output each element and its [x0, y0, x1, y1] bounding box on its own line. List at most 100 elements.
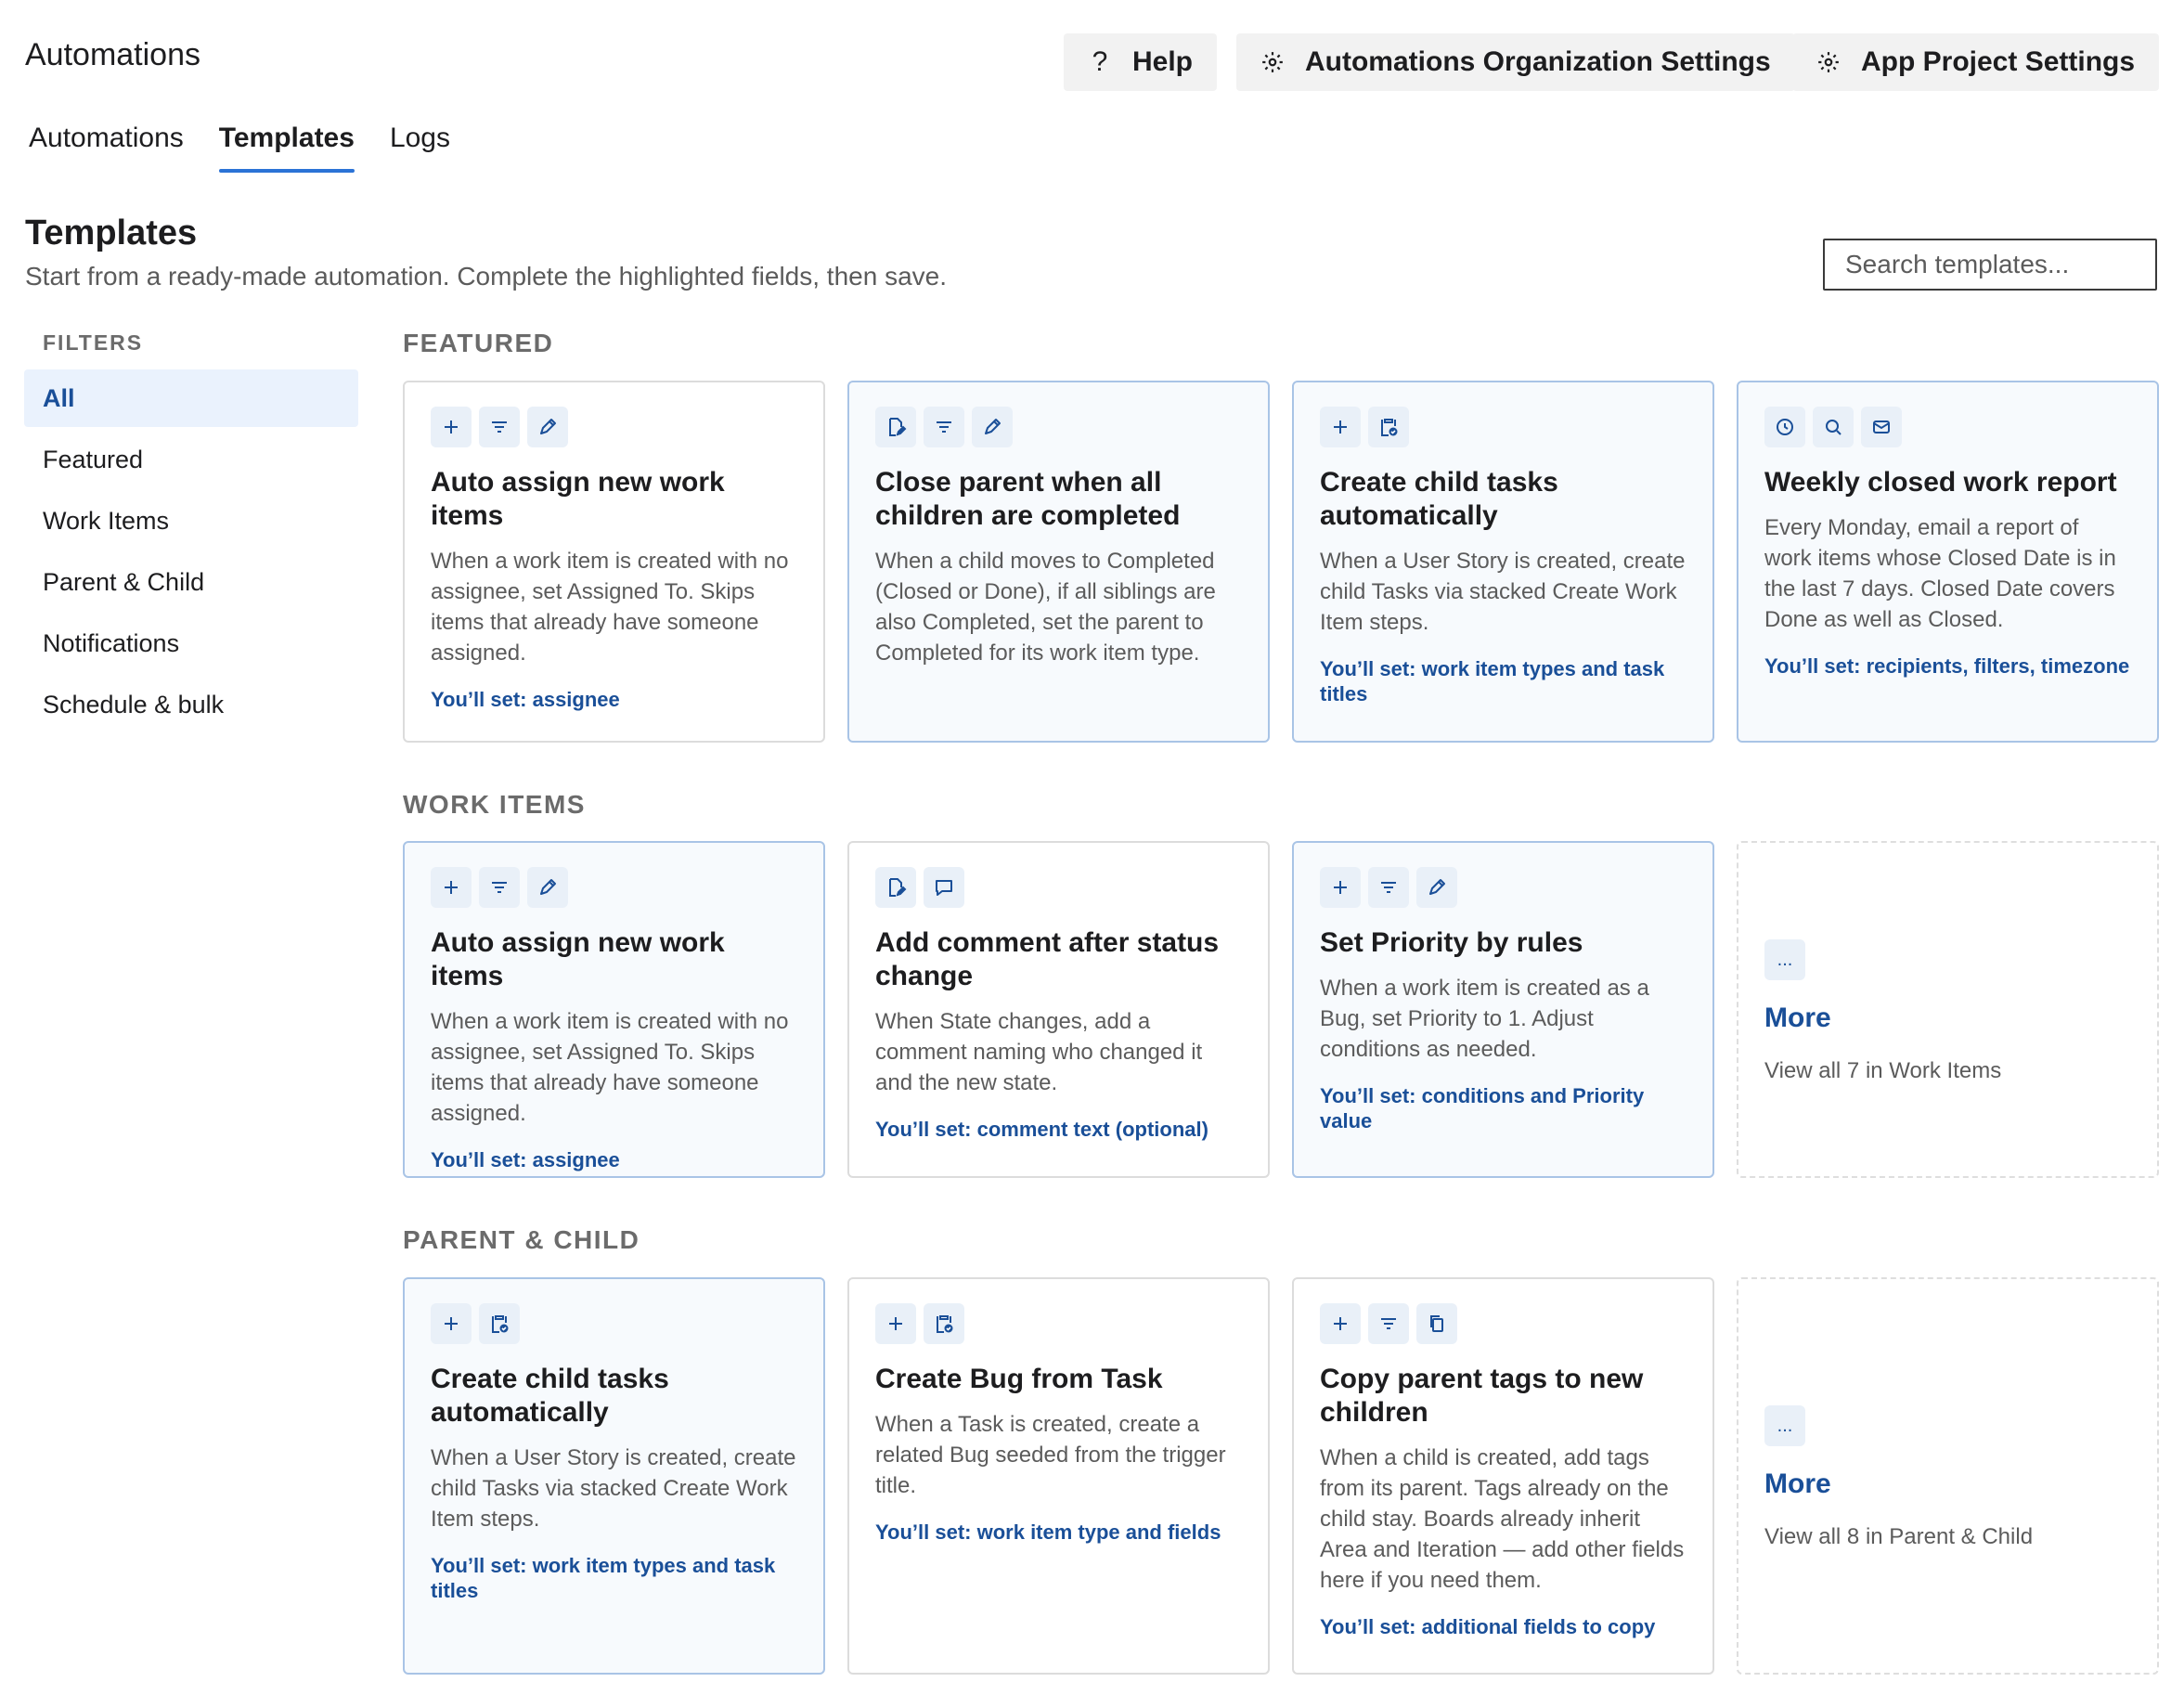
- card-description: When a Task is created, create a related…: [875, 1412, 1226, 1498]
- card-title: Create child tasks automatically: [431, 1364, 669, 1428]
- card-title: Auto assign new work items: [431, 467, 725, 531]
- gear-icon: [1260, 50, 1285, 74]
- template-card[interactable]: Weekly closed work report Every Monday, …: [1737, 381, 2159, 743]
- card-description: When a work item is created with no assi…: [431, 1009, 789, 1126]
- card-icons: [875, 1303, 1242, 1344]
- more-subtitle: View all 7 in Work Items: [1764, 1058, 2002, 1083]
- filter-work-items[interactable]: Work Items: [24, 492, 358, 550]
- more-title: More: [1764, 1003, 1831, 1033]
- template-card[interactable]: Auto assign new work items When a work i…: [403, 381, 825, 743]
- card-title: Close parent when all children are compl…: [875, 467, 1181, 531]
- pencil-icon: [972, 407, 1013, 447]
- card-fields-to-set: You’ll set: assignee: [431, 1148, 620, 1171]
- card-description: When a work item is created with no assi…: [431, 549, 789, 666]
- section-featured-heading: FEATURED: [403, 329, 554, 357]
- card-fields-to-set: You’ll set: recipients, filters, timezon…: [1764, 654, 2130, 678]
- card-title: Set Priority by rules: [1320, 927, 1583, 958]
- mail-icon: [1861, 407, 1902, 447]
- filter-featured[interactable]: Featured: [24, 431, 358, 488]
- project-settings-button[interactable]: App Project Settings: [1792, 33, 2160, 91]
- plus-icon: [1320, 1303, 1361, 1344]
- card-icons: [1320, 1303, 1686, 1344]
- card-fields-to-set: You’ll set: additional fields to copy: [1320, 1615, 1656, 1638]
- card-description: When a User Story is created, create chi…: [1320, 549, 1686, 635]
- more-parent-child-card[interactable]: ... More View all 8 in Parent & Child: [1737, 1277, 2159, 1675]
- plus-icon: [1320, 867, 1361, 908]
- filter-parent-child[interactable]: Parent & Child: [24, 553, 358, 611]
- card-fields-to-set: You’ll set: work item types and task tit…: [431, 1554, 776, 1602]
- gear-icon: [1816, 50, 1841, 74]
- tab-templates[interactable]: Templates: [218, 123, 355, 173]
- pencil-icon: [527, 407, 568, 447]
- section-parent-child-heading: PARENT & CHILD: [403, 1225, 640, 1254]
- template-card[interactable]: Create child tasks automatically When a …: [1292, 381, 1714, 743]
- filter-icon: [479, 407, 520, 447]
- search-input[interactable]: [1823, 239, 2157, 291]
- question-icon: ?: [1092, 46, 1108, 77]
- card-icons: [431, 867, 797, 908]
- card-description: When a child moves to Completed (Closed …: [875, 549, 1216, 666]
- more-title: More: [1764, 1469, 1831, 1499]
- org-settings-button[interactable]: Automations Organization Settings: [1236, 33, 1795, 91]
- clipboard-check-icon: [1368, 407, 1409, 447]
- clock-icon: [1764, 407, 1805, 447]
- filter-all[interactable]: All: [24, 369, 358, 427]
- featured-row: Auto assign new work items When a work i…: [403, 381, 2159, 743]
- template-card[interactable]: Create child tasks automatically When a …: [403, 1277, 825, 1675]
- filter-icon: [1368, 867, 1409, 908]
- tab-automations[interactable]: Automations: [29, 123, 184, 173]
- parent-child-row: Create child tasks automatically When a …: [403, 1277, 2159, 1675]
- card-icons: [431, 1303, 797, 1344]
- card-description: Every Monday, email a report of work ite…: [1764, 515, 2116, 632]
- card-icons: [1764, 407, 2131, 447]
- filter-list: All Featured Work Items Parent & Child N…: [24, 369, 358, 737]
- filter-icon: [924, 407, 964, 447]
- template-card[interactable]: Set Priority by rules When a work item i…: [1292, 841, 1714, 1178]
- edit-doc-icon: [875, 867, 916, 908]
- page-subtitle: Start from a ready-made automation. Comp…: [25, 262, 947, 291]
- tab-logs[interactable]: Logs: [390, 123, 450, 173]
- work-items-row: Auto assign new work items When a work i…: [403, 841, 2159, 1178]
- clipboard-check-icon: [924, 1303, 964, 1344]
- card-description: When a User Story is created, create chi…: [431, 1445, 796, 1532]
- card-fields-to-set: You’ll set: work item types and task tit…: [1320, 657, 1665, 705]
- clipboard-check-icon: [479, 1303, 520, 1344]
- card-icons: [1320, 407, 1686, 447]
- copy-icon: [1416, 1303, 1457, 1344]
- card-icons: [431, 407, 797, 447]
- more-subtitle: View all 8 in Parent & Child: [1764, 1524, 2034, 1549]
- more-icon: ...: [1764, 1405, 1805, 1446]
- edit-doc-icon: [875, 407, 916, 447]
- filter-icon: [1368, 1303, 1409, 1344]
- pencil-icon: [1416, 867, 1457, 908]
- card-description: When a child is created, add tags from i…: [1320, 1445, 1685, 1593]
- project-settings-label: App Project Settings: [1861, 46, 2136, 77]
- card-description: When a work item is created as a Bug, se…: [1320, 976, 1649, 1062]
- card-title: Create child tasks automatically: [1320, 467, 1558, 531]
- template-card[interactable]: Auto assign new work items When a work i…: [403, 841, 825, 1178]
- plus-icon: [431, 1303, 472, 1344]
- card-icons: [875, 407, 1242, 447]
- card-title: Add comment after status change: [875, 927, 1220, 991]
- app-title: Automations: [25, 37, 200, 72]
- template-card[interactable]: Create Bug from Task When a Task is crea…: [847, 1277, 1270, 1675]
- org-settings-label: Automations Organization Settings: [1305, 46, 1771, 77]
- card-fields-to-set: You’ll set: work item type and fields: [875, 1520, 1221, 1544]
- filter-icon: [479, 867, 520, 908]
- help-button[interactable]: ? Help: [1064, 33, 1218, 91]
- tab-bar: Automations Templates Logs: [29, 123, 450, 173]
- template-card[interactable]: Copy parent tags to new children When a …: [1292, 1277, 1714, 1675]
- pencil-icon: [527, 867, 568, 908]
- help-button-label: Help: [1132, 46, 1194, 77]
- filter-schedule-bulk[interactable]: Schedule & bulk: [24, 676, 358, 733]
- template-card[interactable]: Close parent when all children are compl…: [847, 381, 1270, 743]
- filter-notifications[interactable]: Notifications: [24, 615, 358, 672]
- comment-icon: [924, 867, 964, 908]
- card-fields-to-set: You’ll set: conditions and Priority valu…: [1320, 1084, 1645, 1132]
- template-card[interactable]: Add comment after status change When Sta…: [847, 841, 1270, 1178]
- card-icons: [1320, 867, 1686, 908]
- plus-icon: [875, 1303, 916, 1344]
- card-title: Auto assign new work items: [431, 927, 725, 991]
- card-title: Create Bug from Task: [875, 1364, 1163, 1394]
- more-work-items-card[interactable]: ... More View all 7 in Work Items: [1737, 841, 2159, 1178]
